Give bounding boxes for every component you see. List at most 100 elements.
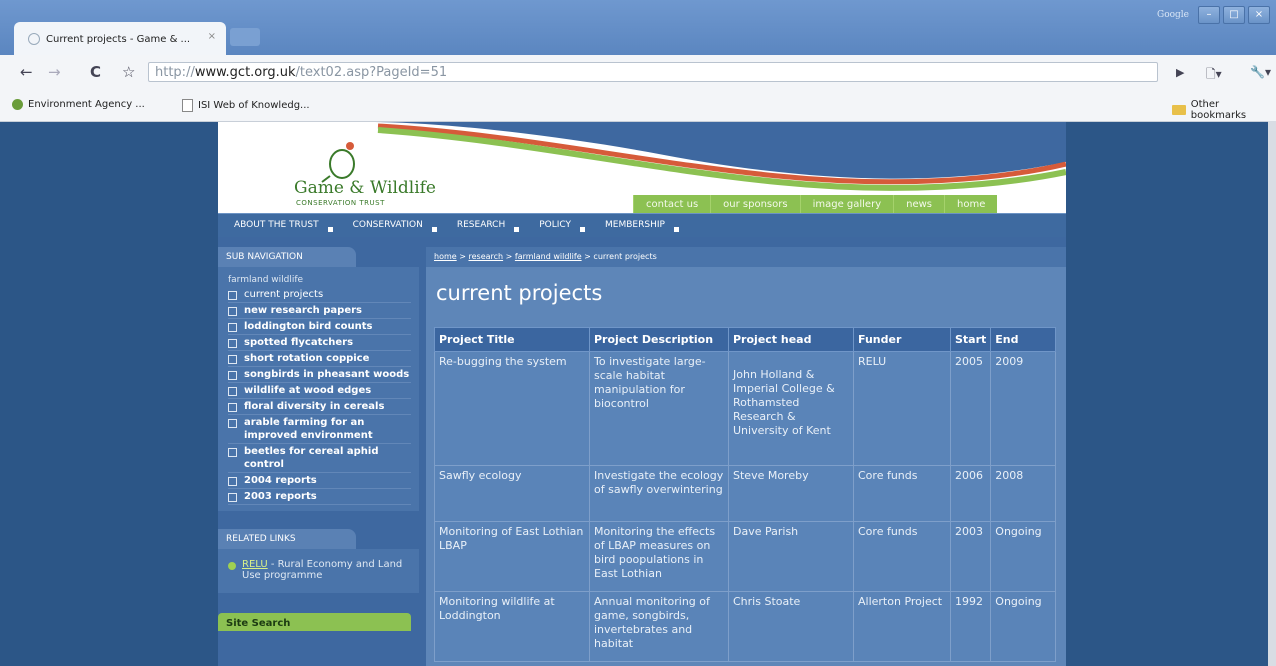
table-cell: To investigate large-scale habitat manip… bbox=[589, 351, 729, 466]
page-icon bbox=[182, 99, 193, 112]
table-cell: Monitoring wildlife at Loddington bbox=[434, 591, 590, 662]
table-cell: Core funds bbox=[853, 465, 951, 522]
bookmark-isi-web-of-knowledge[interactable]: ISI Web of Knowledg... bbox=[182, 99, 310, 112]
sidebar-item-loddington-bird-counts[interactable]: loddington bird counts bbox=[228, 319, 411, 335]
sidebar-item-current-projects[interactable]: current projects bbox=[228, 287, 411, 303]
table-cell: Steve Moreby bbox=[728, 465, 854, 522]
sidebar-item-arable-farming[interactable]: arable farming for an improved environme… bbox=[228, 415, 411, 444]
contact-us-link[interactable]: contact us bbox=[633, 195, 711, 214]
bullet-box-icon bbox=[228, 291, 237, 300]
environment-agency-icon bbox=[12, 99, 23, 110]
play-icon[interactable]: ▶ bbox=[1176, 66, 1184, 79]
forward-icon[interactable]: → bbox=[48, 63, 61, 81]
address-bar[interactable]: http://www.gct.org.uk/text02.asp?PageId=… bbox=[148, 62, 1158, 82]
relu-link[interactable]: RELU bbox=[242, 559, 268, 570]
table-cell: 1992 bbox=[949, 591, 992, 662]
bullet-box-icon bbox=[228, 355, 237, 364]
nav-research[interactable]: RESEARCH bbox=[441, 214, 523, 238]
column-header: Project head bbox=[728, 327, 854, 352]
breadcrumb: home > research > farmland wildlife > cu… bbox=[426, 247, 1066, 267]
minimize-button[interactable]: – bbox=[1198, 6, 1220, 24]
column-header: Funder bbox=[853, 327, 951, 352]
page-menu-icon[interactable]: 🗋▾ bbox=[1206, 65, 1222, 86]
sidebar-item-2003-reports[interactable]: 2003 reports bbox=[228, 489, 411, 505]
bullet-box-icon bbox=[228, 403, 237, 412]
sidebar-item-2004-reports[interactable]: 2004 reports bbox=[228, 473, 411, 489]
tab-close-icon[interactable]: × bbox=[208, 31, 216, 42]
sidebar-item-label: current projects bbox=[244, 289, 324, 300]
column-header: Start bbox=[949, 327, 992, 352]
projects-table: Project Title Project Description Projec… bbox=[434, 327, 1056, 662]
sidebar-item-new-research-papers[interactable]: new research papers bbox=[228, 303, 411, 319]
sidebar-item-short-rotation-coppice[interactable]: short rotation coppice bbox=[228, 351, 411, 367]
star-icon[interactable]: ☆ bbox=[122, 63, 135, 81]
url-scheme: http:// bbox=[155, 65, 195, 80]
nav-policy[interactable]: POLICY bbox=[523, 214, 589, 238]
page-favicon-icon bbox=[28, 33, 40, 45]
table-cell: 2003 bbox=[949, 521, 992, 592]
our-sponsors-link[interactable]: our sponsors bbox=[710, 195, 800, 214]
close-window-button[interactable]: × bbox=[1248, 6, 1270, 24]
main-navigation: ABOUT THE TRUST CONSERVATION RESEARCH PO… bbox=[218, 213, 1066, 238]
bookmarks-bar: Environment Agency ... ISI Web of Knowle… bbox=[0, 91, 1276, 122]
nav-membership[interactable]: MEMBERSHIP bbox=[589, 214, 683, 238]
bullet-dot-icon bbox=[228, 562, 236, 570]
table-cell: 2005 bbox=[949, 351, 992, 466]
new-tab-button[interactable] bbox=[230, 28, 260, 46]
sidebar-item-wildlife-at-wood-edges[interactable]: wildlife at wood edges bbox=[228, 383, 411, 399]
sidebar-item-beetles-for-cereal-aphid-control[interactable]: beetles for cereal aphid control bbox=[228, 444, 411, 473]
main-content: home > research > farmland wildlife > cu… bbox=[426, 247, 1066, 666]
browser-tab[interactable]: Current projects - Game & ... × bbox=[14, 22, 226, 56]
page-title: current projects bbox=[436, 281, 603, 305]
bookmark-label: Environment Agency ... bbox=[28, 99, 145, 110]
breadcrumb-farmland-wildlife[interactable]: farmland wildlife bbox=[515, 252, 582, 261]
sidebar-item-songbirds-in-pheasant-woods[interactable]: songbirds in pheasant woods bbox=[228, 367, 411, 383]
site-header: Game & Wildlife CONSERVATION TRUST conta… bbox=[218, 122, 1066, 214]
window-controls: Google – □ × bbox=[1157, 6, 1270, 24]
logo-subtitle: CONSERVATION TRUST bbox=[296, 199, 385, 207]
sidebar-item-label: songbirds in pheasant woods bbox=[244, 369, 410, 380]
reload-icon[interactable]: C bbox=[90, 63, 101, 81]
top-links: contact us our sponsors image gallery ne… bbox=[633, 195, 998, 214]
table-cell: Investigate the ecology of sawfly overwi… bbox=[589, 465, 729, 522]
bookmark-environment-agency[interactable]: Environment Agency ... bbox=[12, 99, 145, 110]
breadcrumb-home[interactable]: home bbox=[434, 252, 457, 261]
home-link[interactable]: home bbox=[944, 195, 998, 214]
column-header: End bbox=[990, 327, 1056, 352]
table-cell: Core funds bbox=[853, 521, 951, 592]
back-icon[interactable]: ← bbox=[20, 63, 33, 81]
table-row: Monitoring of East Lothian LBAP Monitori… bbox=[434, 521, 1056, 592]
tab-title: Current projects - Game & ... bbox=[46, 33, 191, 45]
other-bookmarks[interactable]: Other bookmarks bbox=[1172, 99, 1276, 121]
sidebar-item-floral-diversity-in-cereals[interactable]: floral diversity in cereals bbox=[228, 399, 411, 415]
logo-title[interactable]: Game & Wildlife bbox=[294, 178, 436, 198]
table-cell: Chris Stoate bbox=[728, 591, 854, 662]
sidebar-item-label: arable farming for an improved environme… bbox=[244, 417, 373, 441]
news-link[interactable]: news bbox=[893, 195, 945, 214]
sub-navigation-title[interactable]: farmland wildlife bbox=[228, 275, 411, 285]
sidebar-item-spotted-flycatchers[interactable]: spotted flycatchers bbox=[228, 335, 411, 351]
table-cell: 2009 bbox=[990, 351, 1056, 466]
breadcrumb-separator: > bbox=[503, 252, 515, 261]
nav-about-the-trust[interactable]: ABOUT THE TRUST bbox=[218, 214, 337, 238]
sub-navigation-box: farmland wildlife current projects new r… bbox=[218, 267, 419, 511]
bullet-box-icon bbox=[228, 307, 237, 316]
breadcrumb-research[interactable]: research bbox=[468, 252, 503, 261]
sidebar: SUB NAVIGATION farmland wildlife current… bbox=[218, 247, 419, 666]
nav-conservation[interactable]: CONSERVATION bbox=[337, 214, 441, 238]
table-cell: 2006 bbox=[949, 465, 992, 522]
bullet-box-icon bbox=[228, 419, 237, 428]
wrench-menu-icon[interactable]: 🔧▾ bbox=[1250, 65, 1271, 79]
sub-navigation-heading: SUB NAVIGATION bbox=[218, 247, 356, 267]
table-cell: Monitoring the effects of LBAP measures … bbox=[589, 521, 729, 592]
bullet-box-icon bbox=[228, 387, 237, 396]
table-cell: Sawfly ecology bbox=[434, 465, 590, 522]
page-scrollbar[interactable] bbox=[1268, 121, 1276, 666]
bullet-box-icon bbox=[228, 323, 237, 332]
column-header: Project Description bbox=[589, 327, 729, 352]
table-cell: 2008 bbox=[990, 465, 1056, 522]
sidebar-item-label: new research papers bbox=[244, 305, 363, 316]
image-gallery-link[interactable]: image gallery bbox=[799, 195, 894, 214]
maximize-button[interactable]: □ bbox=[1223, 6, 1245, 24]
bullet-box-icon bbox=[228, 371, 237, 380]
